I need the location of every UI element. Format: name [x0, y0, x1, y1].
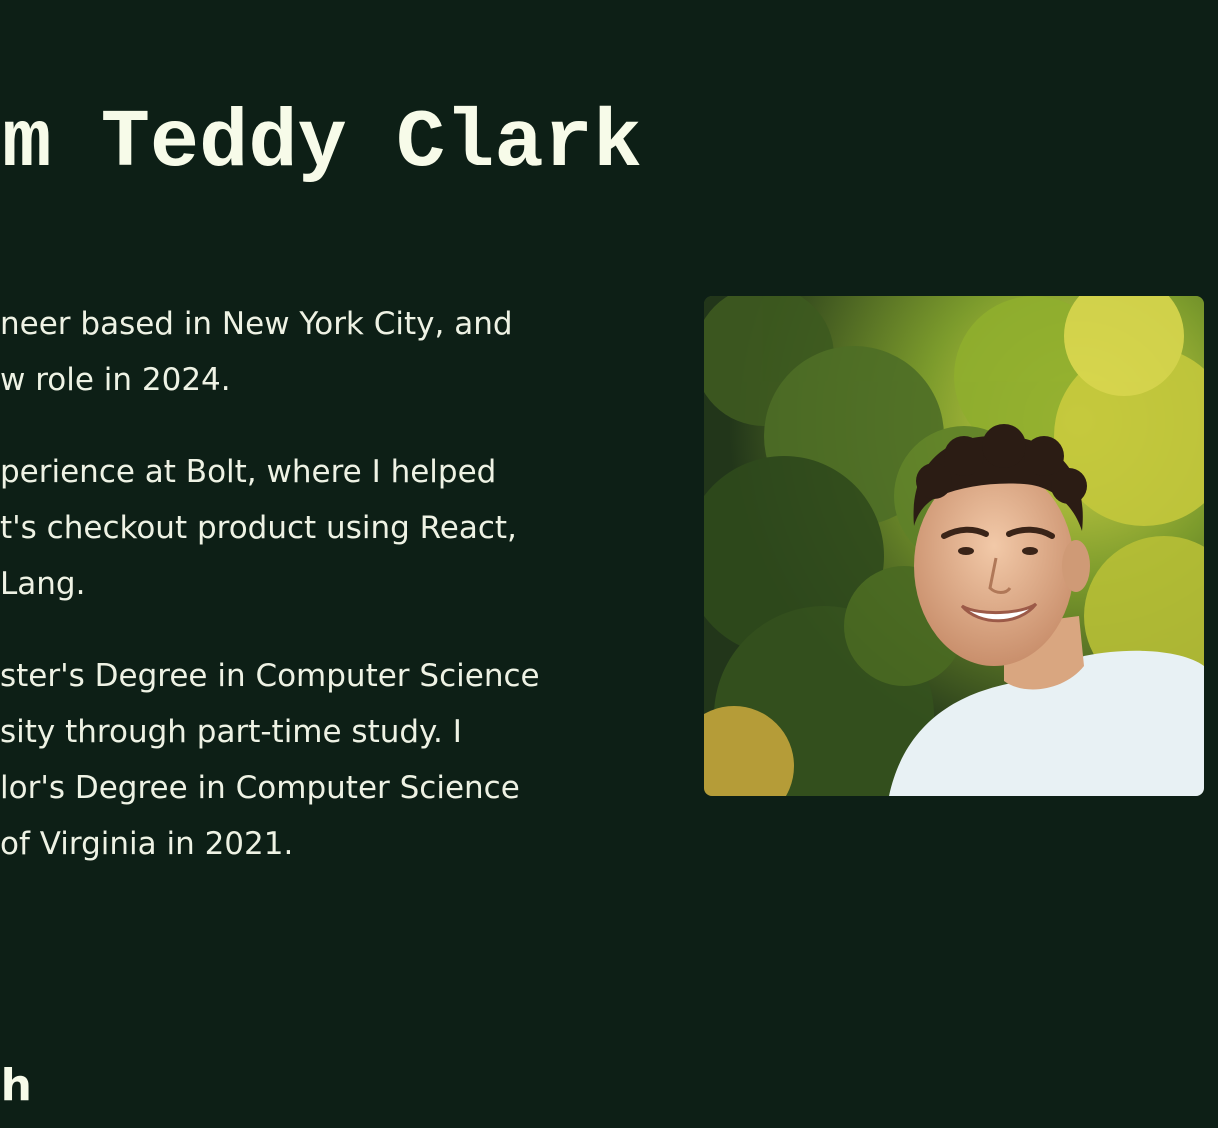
- about-paragraph: perience at Bolt, where I helped t's che…: [0, 444, 660, 612]
- hero-heading: I'm Teddy Clark: [0, 97, 642, 190]
- section-heading: h: [0, 1060, 32, 1111]
- about-text-line: Lang.: [0, 566, 86, 602]
- about-text-line: ster's Degree in Computer Science: [0, 658, 540, 694]
- about-text-line: sity through part-time study. I: [0, 714, 462, 750]
- about-paragraph: neer based in New York City, and w role …: [0, 296, 660, 408]
- about-paragraph: ster's Degree in Computer Science sity t…: [0, 648, 660, 872]
- about-text-line: perience at Bolt, where I helped: [0, 454, 497, 490]
- hero-heading-container: I'm Teddy Clark: [0, 96, 700, 206]
- about-text-line: of Virginia in 2021.: [0, 826, 294, 862]
- profile-photo: [704, 296, 1204, 796]
- about-text-line: lor's Degree in Computer Science: [0, 770, 520, 806]
- profile-photo-illustration: [704, 296, 1204, 796]
- about-bio: neer based in New York City, and w role …: [0, 296, 660, 908]
- about-text-line: w role in 2024.: [0, 362, 231, 398]
- about-text-line: t's checkout product using React,: [0, 510, 517, 546]
- page: I'm Teddy Clark neer based in New York C…: [0, 0, 1218, 1128]
- about-text-line: neer based in New York City, and: [0, 306, 513, 342]
- section-heading-container: h: [0, 1058, 60, 1118]
